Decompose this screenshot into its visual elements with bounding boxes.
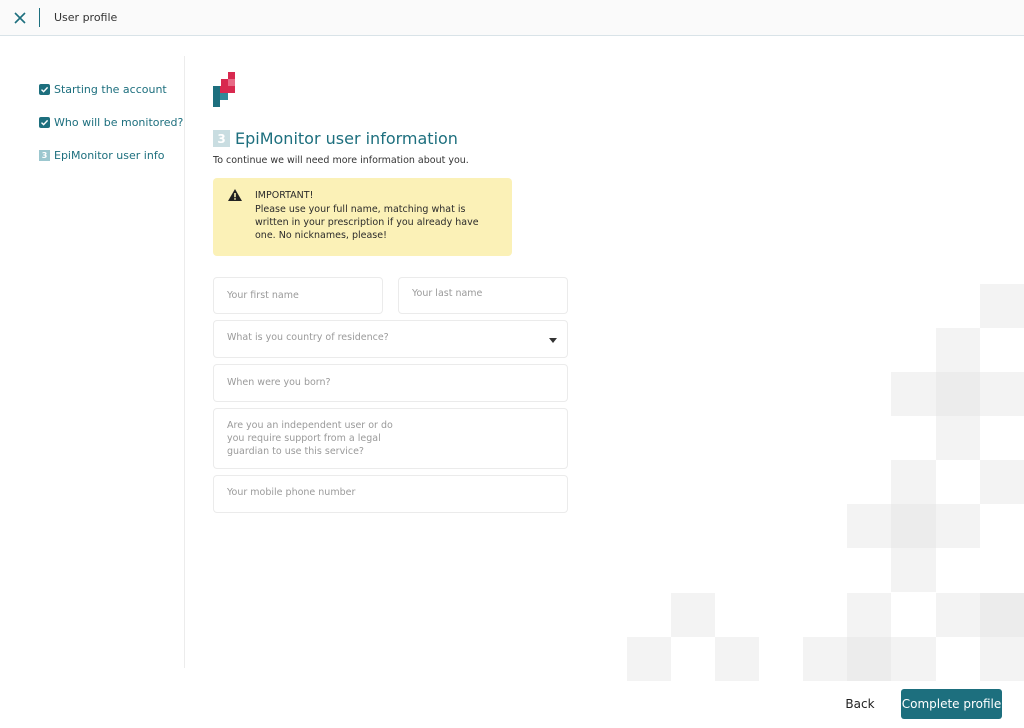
- last-name-placeholder: Your last name: [412, 288, 483, 299]
- first-name-placeholder: Your first name: [227, 290, 299, 301]
- step-number-badge: 3: [213, 130, 230, 147]
- birth-date-placeholder: When were you born?: [227, 377, 331, 388]
- sidebar-step-user-info[interactable]: 3 EpiMonitor user info: [39, 149, 164, 162]
- notice-body: Please use your full name, matching what…: [255, 204, 479, 241]
- important-notice: IMPORTANT! Please use your full name, ma…: [213, 178, 512, 256]
- top-bar: User profile: [0, 0, 1024, 36]
- country-placeholder: What is you country of residence?: [227, 332, 389, 343]
- header-divider: [39, 8, 40, 27]
- section-title: EpiMonitor user information: [235, 129, 458, 148]
- sidebar-step-starting-account[interactable]: Starting the account: [39, 83, 167, 96]
- sidebar-step-label: EpiMonitor user info: [54, 149, 165, 162]
- step-number-badge: 3: [39, 150, 50, 161]
- complete-profile-button[interactable]: Complete profile: [901, 689, 1002, 719]
- check-icon: [39, 84, 50, 95]
- sidebar-step-label: Starting the account: [54, 83, 167, 96]
- first-name-field[interactable]: Your first name: [213, 277, 383, 314]
- phone-field[interactable]: Your mobile phone number: [213, 475, 568, 513]
- page-title: User profile: [54, 11, 118, 24]
- guardian-question-placeholder: Are you an independent user or do you re…: [227, 420, 393, 457]
- close-button[interactable]: [8, 6, 32, 30]
- epimonitor-logo: [213, 72, 235, 107]
- notice-title: IMPORTANT!: [255, 190, 314, 201]
- section-heading: 3 EpiMonitor user information: [213, 129, 458, 148]
- steps-sidebar: [0, 56, 185, 668]
- intro-text: To continue we will need more informatio…: [213, 155, 469, 166]
- warning-icon: [228, 189, 242, 201]
- country-select[interactable]: What is you country of residence?: [213, 320, 568, 358]
- back-button[interactable]: Back: [836, 690, 884, 718]
- sidebar-step-label: Who will be monitored?: [54, 116, 184, 129]
- chevron-down-icon: [549, 338, 557, 343]
- close-icon: [14, 12, 26, 24]
- birth-date-field[interactable]: When were you born?: [213, 364, 568, 402]
- sidebar-step-who-monitored[interactable]: Who will be monitored?: [39, 116, 183, 129]
- last-name-field[interactable]: Your last name: [398, 277, 568, 314]
- phone-placeholder: Your mobile phone number: [227, 487, 356, 498]
- check-icon: [39, 117, 50, 128]
- guardian-question-field[interactable]: Are you an independent user or do you re…: [213, 408, 568, 469]
